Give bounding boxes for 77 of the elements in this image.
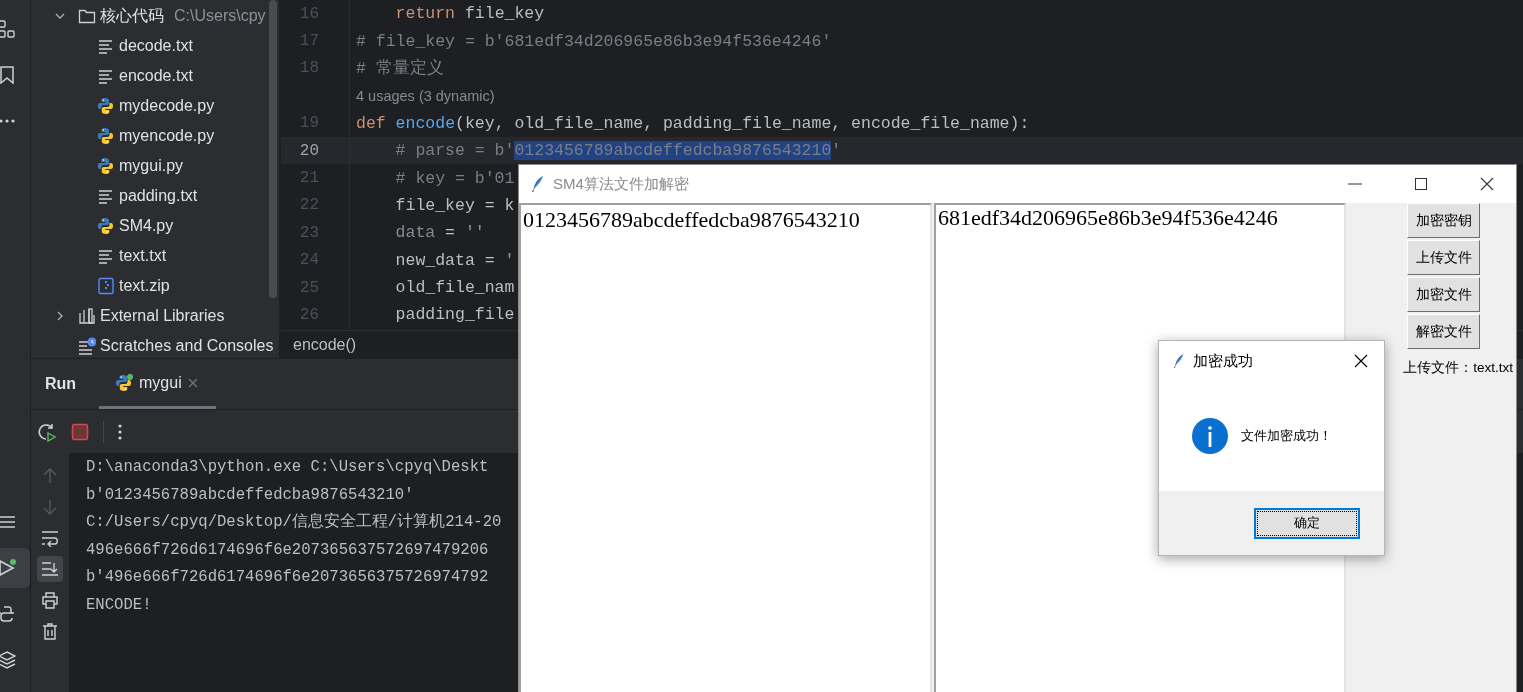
trash-icon[interactable] xyxy=(41,622,59,640)
console-line: D:\anaconda3\python.exe C:\Users\cpyq\Deskt xyxy=(86,458,489,476)
code-line: old_file_nam xyxy=(394,278,515,298)
python-icon xyxy=(97,217,115,235)
python-icon xyxy=(97,157,115,175)
python-console-icon[interactable] xyxy=(0,605,16,623)
tree-item[interactable]: encode.txt xyxy=(31,61,279,91)
list-icon[interactable] xyxy=(0,513,16,531)
maximize-icon[interactable] xyxy=(1413,176,1429,192)
structure-icon[interactable] xyxy=(0,20,16,38)
action-button[interactable]: 解密文件 xyxy=(1407,314,1480,349)
run-icon[interactable] xyxy=(0,559,16,577)
line-number: 20 xyxy=(298,141,320,160)
rerun-icon[interactable] xyxy=(37,421,57,442)
console-line: b'0123456789abcdeffedcba9876543210' xyxy=(86,485,414,504)
text-file-icon xyxy=(97,187,115,205)
action-button[interactable]: 加密文件 xyxy=(1407,277,1480,312)
action-button[interactable]: 上传文件 xyxy=(1407,240,1480,275)
library-icon xyxy=(78,307,96,325)
tree-item[interactable]: SM4.py xyxy=(31,211,279,241)
close-icon[interactable] xyxy=(1354,354,1368,368)
code-line: file_key = k xyxy=(394,195,515,215)
text-file-icon xyxy=(97,247,115,265)
feather-icon xyxy=(1173,353,1185,369)
console-line: b'496e666f726d6174696f6e2073656375726974792 xyxy=(86,568,489,586)
scratches-icon xyxy=(78,337,96,355)
tree-item[interactable]: 核心代码 C:\Users\cpy xyxy=(31,1,279,31)
code-line: # key = b'01 xyxy=(394,168,515,188)
python-icon xyxy=(97,127,115,145)
tree-item[interactable]: text.zip xyxy=(31,271,279,301)
stop-icon[interactable] xyxy=(71,422,89,441)
print-icon[interactable] xyxy=(41,591,59,609)
tree-item[interactable]: External Libraries xyxy=(31,301,279,331)
breadcrumb[interactable]: encode() xyxy=(293,335,357,354)
code-line: def encode(key, old_file_name, padding_file_name, encode_file_name): xyxy=(356,113,1030,133)
tree-item[interactable]: decode.txt xyxy=(31,31,279,61)
code-line: return file_key xyxy=(394,4,545,24)
path-hint: C:\Users\cpy xyxy=(174,7,266,25)
usage-hint: 4 usages (3 dynamic) xyxy=(356,87,495,104)
window-title: SM4算法文件加解密 xyxy=(553,174,690,194)
tree-item[interactable]: myencode.py xyxy=(31,121,279,151)
text-field[interactable]: 0123456789abcdeffedcba9876543210 xyxy=(519,203,932,692)
feather-icon xyxy=(531,175,545,193)
console-line: 496e666f726d6174696f6e207365637572697479206 xyxy=(86,540,489,559)
archive-icon xyxy=(97,277,115,295)
tree-item[interactable]: padding.txt xyxy=(31,181,279,211)
scrollbar[interactable] xyxy=(269,0,277,298)
dialog-title: 加密成功 xyxy=(1193,351,1254,371)
tree-item[interactable]: Scratches and Consoles xyxy=(31,331,279,358)
dialog-message: 文件加密成功！ xyxy=(1241,427,1332,445)
python-icon xyxy=(97,97,115,115)
close-icon[interactable] xyxy=(1479,176,1495,192)
info-icon xyxy=(1191,417,1229,455)
python-icon xyxy=(115,373,133,392)
action-button[interactable]: 加密密钥 xyxy=(1407,203,1480,238)
tree-item[interactable]: mygui.py xyxy=(31,151,279,181)
code-line: # 常量定义 xyxy=(356,57,444,80)
tree-item[interactable]: text.txt xyxy=(31,241,279,271)
console-line: ENCODE! xyxy=(86,595,152,614)
text-file-icon xyxy=(97,37,115,55)
code-line: padding_file xyxy=(394,305,515,325)
code-line: # file_key = b'681edf34d206965e86b3e94f536e4246' xyxy=(356,31,832,51)
more-icon[interactable] xyxy=(118,422,122,441)
tree-item[interactable]: mydecode.py xyxy=(31,91,279,121)
scroll-to-end-icon[interactable] xyxy=(41,560,59,578)
ok-button[interactable]: 确定 xyxy=(1254,507,1360,539)
code-line: data = '' xyxy=(394,223,485,243)
text-file-icon xyxy=(97,67,115,85)
console-line: C:/Users/cpyq/Desktop/信息安全工程/计算机214-20 xyxy=(86,513,502,531)
bookmark-icon[interactable] xyxy=(0,66,16,84)
upload-status: 上传文件：text.txt xyxy=(1403,359,1513,377)
run-tab[interactable]: mygui xyxy=(99,359,216,409)
code-line: new_data = ' xyxy=(394,250,515,270)
layers-icon[interactable] xyxy=(0,651,16,669)
folder-icon xyxy=(78,7,96,25)
soft-wrap-icon[interactable] xyxy=(41,529,59,547)
panel-title: Run xyxy=(44,375,78,393)
